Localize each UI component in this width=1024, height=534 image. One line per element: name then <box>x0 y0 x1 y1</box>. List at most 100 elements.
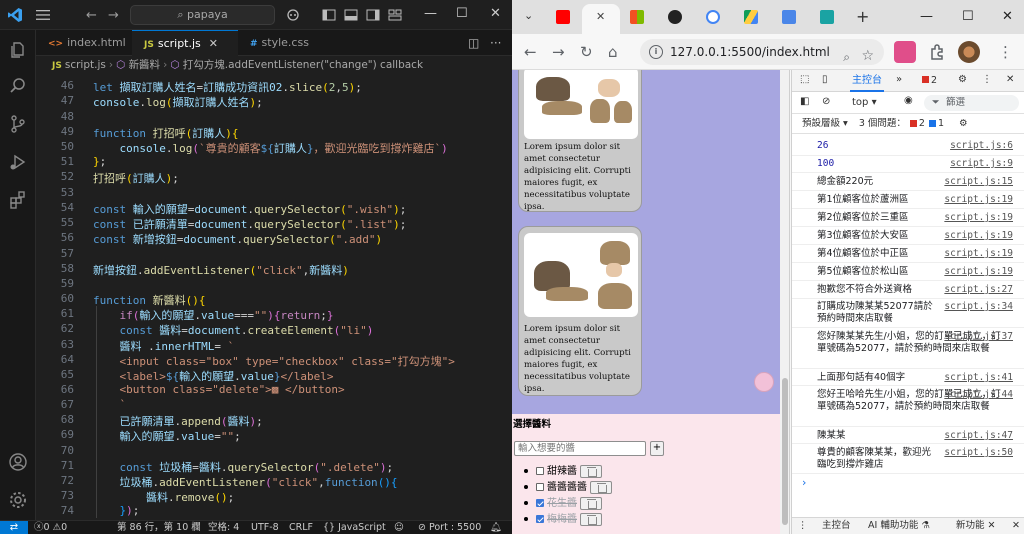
extensions-puzzle-icon[interactable] <box>926 41 948 63</box>
log-source-link[interactable]: script.js:34 <box>944 301 1013 313</box>
log-source-link[interactable]: script.js:19 <box>944 248 1013 260</box>
close-devtools-icon[interactable]: ✕ <box>1006 74 1014 85</box>
settings-gear-icon[interactable] <box>8 490 28 510</box>
browser-tab-chatgpt[interactable] <box>658 6 692 28</box>
log-source-link[interactable]: script.js:50 <box>944 447 1013 459</box>
filter-input[interactable]: ⏷ 篩選 <box>924 95 1019 111</box>
item-checkbox[interactable] <box>536 515 544 523</box>
browser-tab-extension[interactable] <box>810 6 844 28</box>
console-prompt-chevron-icon[interactable]: › <box>802 476 806 489</box>
browser-tab-microsoft[interactable] <box>620 6 654 28</box>
sidebar-toggle-icon[interactable]: ◧ <box>800 96 809 107</box>
log-source-link[interactable]: script.js:9 <box>950 158 1013 170</box>
device-toolbar-icon[interactable]: ▯ <box>822 74 828 85</box>
copilot-status-icon[interactable]: ☺ <box>394 521 404 534</box>
command-search[interactable]: ⌕ papaya <box>130 5 275 25</box>
item-checkbox[interactable] <box>536 467 544 475</box>
issues-link[interactable]: 3 個問題： 2 1 <box>859 118 944 129</box>
breadcrumb-function[interactable]: 新醬料 <box>129 59 161 71</box>
minimize-icon[interactable]: — <box>424 6 437 21</box>
search-sidebar-icon[interactable] <box>8 76 28 96</box>
extensions-icon[interactable] <box>8 190 28 210</box>
home-icon[interactable]: ⌂ <box>608 43 618 61</box>
context-select[interactable]: top ▾ <box>852 97 877 108</box>
close-tab-icon[interactable]: ✕ <box>596 10 605 23</box>
language-mode[interactable]: {} JavaScript <box>323 521 386 534</box>
item-checkbox[interactable] <box>536 483 544 491</box>
levels-select[interactable]: 預設層級 ▾ <box>802 118 848 129</box>
explorer-icon[interactable] <box>8 40 28 60</box>
item-checkbox[interactable] <box>536 499 544 507</box>
menu-icon[interactable] <box>36 9 50 21</box>
profile-avatar[interactable] <box>958 41 980 63</box>
tab-search-chevron-icon[interactable]: ⌄ <box>524 9 533 22</box>
layout-panel-left-icon[interactable] <box>322 8 336 22</box>
account-icon[interactable] <box>8 452 28 472</box>
log-source-link[interactable]: script.js:41 <box>944 372 1013 384</box>
breadcrumb-file[interactable]: script.js <box>65 59 106 71</box>
end-of-line[interactable]: CRLF <box>289 521 313 534</box>
tab-style-css[interactable]: # style.css <box>238 30 336 56</box>
drawer-tab-console[interactable]: 主控台 <box>822 518 851 534</box>
scrollbar-thumb[interactable] <box>782 378 788 525</box>
customize-layout-icon[interactable] <box>388 8 402 22</box>
close-window-icon[interactable]: ✕ <box>490 6 501 21</box>
sauce-input[interactable] <box>514 441 646 456</box>
log-source-link[interactable]: script.js:6 <box>950 140 1013 152</box>
browser-tab-youtube[interactable] <box>546 6 580 28</box>
maximize-icon[interactable]: ☐ <box>456 6 468 21</box>
trash-icon[interactable] <box>580 496 602 510</box>
code-editor[interactable]: 46 47 48 49 50 51 52 53 54 55 56 57 58 59 60 61 62 63 64 65… <box>36 74 512 520</box>
indentation[interactable]: 空格: 4 <box>208 521 239 534</box>
problems-indicator[interactable]: ⓧ0 ⚠0 <box>34 521 67 534</box>
error-badge[interactable]: 2 <box>922 75 937 86</box>
reload-icon[interactable]: ↻ <box>580 43 593 61</box>
chrome-menu-icon[interactable]: ⋮ <box>998 43 1013 61</box>
zoom-icon[interactable]: ⌕ <box>843 44 850 70</box>
live-server-port[interactable]: ⊘ Port : 5500 <box>418 521 481 534</box>
more-options-icon[interactable]: ⋮ <box>982 74 992 85</box>
close-tab-icon[interactable]: ✕ <box>209 37 218 50</box>
tab-script-js[interactable]: JS script.js ✕ <box>132 30 238 56</box>
log-source-link[interactable]: script.js:44 <box>944 389 1013 401</box>
back-arrow-icon[interactable]: ← <box>86 8 97 23</box>
close-window-icon[interactable]: ✕ <box>1002 9 1013 24</box>
log-source-link[interactable]: script.js:19 <box>944 194 1013 206</box>
site-info-icon[interactable]: i <box>649 45 663 59</box>
clear-console-icon[interactable]: ⊘ <box>822 96 830 107</box>
minimize-icon[interactable]: — <box>920 9 933 24</box>
split-editor-icon[interactable]: ◫ <box>468 36 479 50</box>
notifications-bell-icon[interactable]: 🔔︎ <box>490 521 502 534</box>
log-source-link[interactable]: script.js:27 <box>944 284 1013 296</box>
browser-tab-active[interactable]: ✕ <box>582 4 620 34</box>
encoding[interactable]: UTF-8 <box>251 521 279 534</box>
log-source-link[interactable]: script.js:19 <box>944 230 1013 242</box>
drawer-tab-ai[interactable]: AI 輔助功能 ⚗ <box>868 518 930 534</box>
log-source-link[interactable]: script.js:47 <box>944 430 1013 442</box>
cursor-position[interactable]: 第 86 行，第 10 欄 <box>117 521 201 534</box>
browser-tab-docs[interactable] <box>772 6 806 28</box>
close-drawer-icon[interactable]: ✕ <box>1012 518 1020 534</box>
breadcrumb-callback[interactable]: 打勾方塊.addEventListener("change") callback <box>183 59 423 71</box>
tab-console[interactable]: 主控台 <box>850 70 884 92</box>
trash-icon[interactable] <box>580 512 602 526</box>
drawer-tab-whats-new[interactable]: 新功能 ✕ <box>956 518 996 534</box>
source-control-icon[interactable] <box>8 114 28 134</box>
eye-icon[interactable]: ◉ <box>904 95 913 106</box>
copilot-icon[interactable] <box>286 8 300 22</box>
new-tab-plus-icon[interactable]: + <box>856 7 869 26</box>
browser-tab-google[interactable] <box>696 6 730 28</box>
back-arrow-icon[interactable]: ← <box>524 43 537 61</box>
browser-tab-drive[interactable] <box>734 6 768 28</box>
log-source-link[interactable]: script.js:37 <box>944 331 1013 343</box>
page-scrollbar[interactable] <box>780 70 789 534</box>
address-bar[interactable]: i 127.0.0.1:5500/index.html ⌕ ☆ <box>640 39 884 65</box>
trash-icon[interactable] <box>590 480 612 494</box>
more-actions-icon[interactable]: ··· <box>490 36 501 50</box>
more-tabs-chevron-icon[interactable]: » <box>896 74 902 85</box>
run-debug-icon[interactable] <box>8 152 28 172</box>
tab-index-html[interactable]: <> index.html <box>36 30 132 56</box>
remote-indicator-icon[interactable]: ⇄ <box>0 521 28 534</box>
add-button[interactable]: + <box>650 441 664 456</box>
inspect-element-icon[interactable]: ⬚ <box>800 74 809 85</box>
